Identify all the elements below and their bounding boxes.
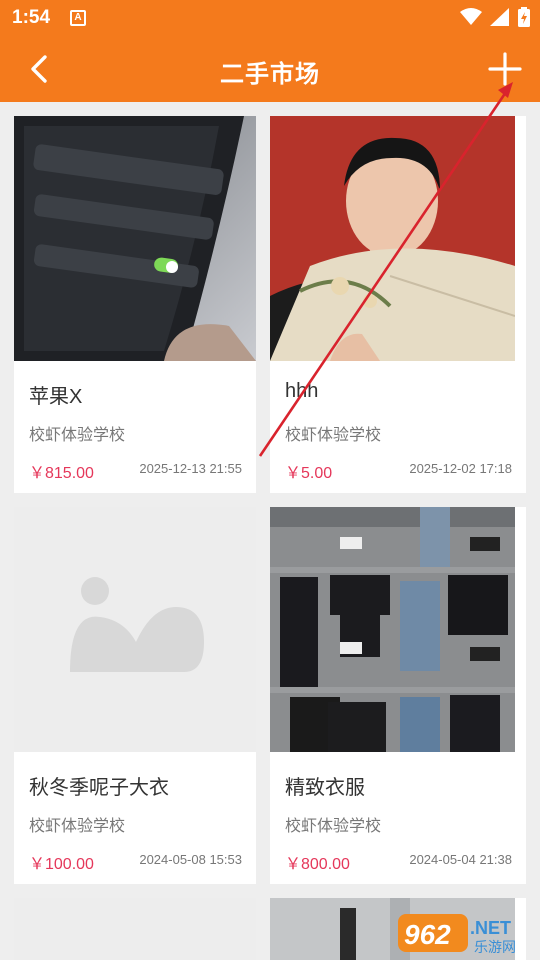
product-date: 2025-12-02 17:18	[409, 461, 512, 476]
product-date: 2024-05-04 21:38	[409, 852, 512, 867]
product-price: ￥800.00	[285, 856, 350, 873]
add-plus-icon[interactable]	[486, 50, 524, 88]
product-school: 校虾体验学校	[29, 427, 126, 444]
product-name: 秋冬季呢子大衣	[29, 777, 169, 799]
product-school: 校虾体验学校	[285, 427, 382, 444]
product-price: ￥100.00	[29, 856, 94, 873]
product-card[interactable]: 秋冬季呢子大衣 校虾体验学校 ￥100.00 2024-05-08 15:53	[14, 507, 256, 884]
product-price: ￥5.00	[285, 465, 333, 482]
product-school: 校虾体验学校	[29, 818, 126, 835]
watermark-logo: 962 .NET 乐游网	[398, 904, 530, 956]
product-date: 2024-05-08 15:53	[139, 852, 242, 867]
product-card[interactable]: 精致衣服 校虾体验学校 ￥800.00 2024-05-04 21:38	[270, 507, 526, 884]
product-card[interactable]: hhh 校虾体验学校 ￥5.00 2025-12-02 17:18	[270, 116, 526, 493]
notification-icon: A	[70, 10, 86, 26]
product-card-partial[interactable]	[14, 898, 256, 960]
system-icons	[460, 7, 530, 27]
svg-text:.NET: .NET	[470, 918, 511, 938]
signal-icon	[490, 8, 509, 26]
product-date: 2025-12-13 21:55	[139, 461, 242, 476]
product-card[interactable]: 苹果X 校虾体验学校 ￥815.00 2025-12-13 21:55	[14, 116, 256, 493]
wifi-icon	[460, 8, 482, 25]
status-bar: 1:54 A	[0, 0, 540, 36]
svg-text:乐游网: 乐游网	[474, 940, 516, 956]
product-image-clothes	[270, 507, 515, 752]
product-name: 苹果X	[29, 386, 83, 408]
battery-icon	[518, 7, 530, 27]
status-time: 1:54	[12, 7, 51, 28]
placeholder-image-icon	[14, 507, 256, 752]
svg-text:962: 962	[404, 919, 451, 950]
product-name: 精致衣服	[285, 777, 365, 799]
app-bar: 二手市场	[0, 36, 540, 102]
product-school: 校虾体验学校	[285, 818, 382, 835]
product-price: ￥815.00	[29, 465, 94, 482]
product-image-portrait	[270, 116, 515, 361]
page-title: 二手市场	[220, 61, 320, 88]
placeholder-image-icon	[14, 898, 256, 960]
product-name: hhh	[285, 380, 319, 402]
product-image-phone	[14, 116, 256, 361]
